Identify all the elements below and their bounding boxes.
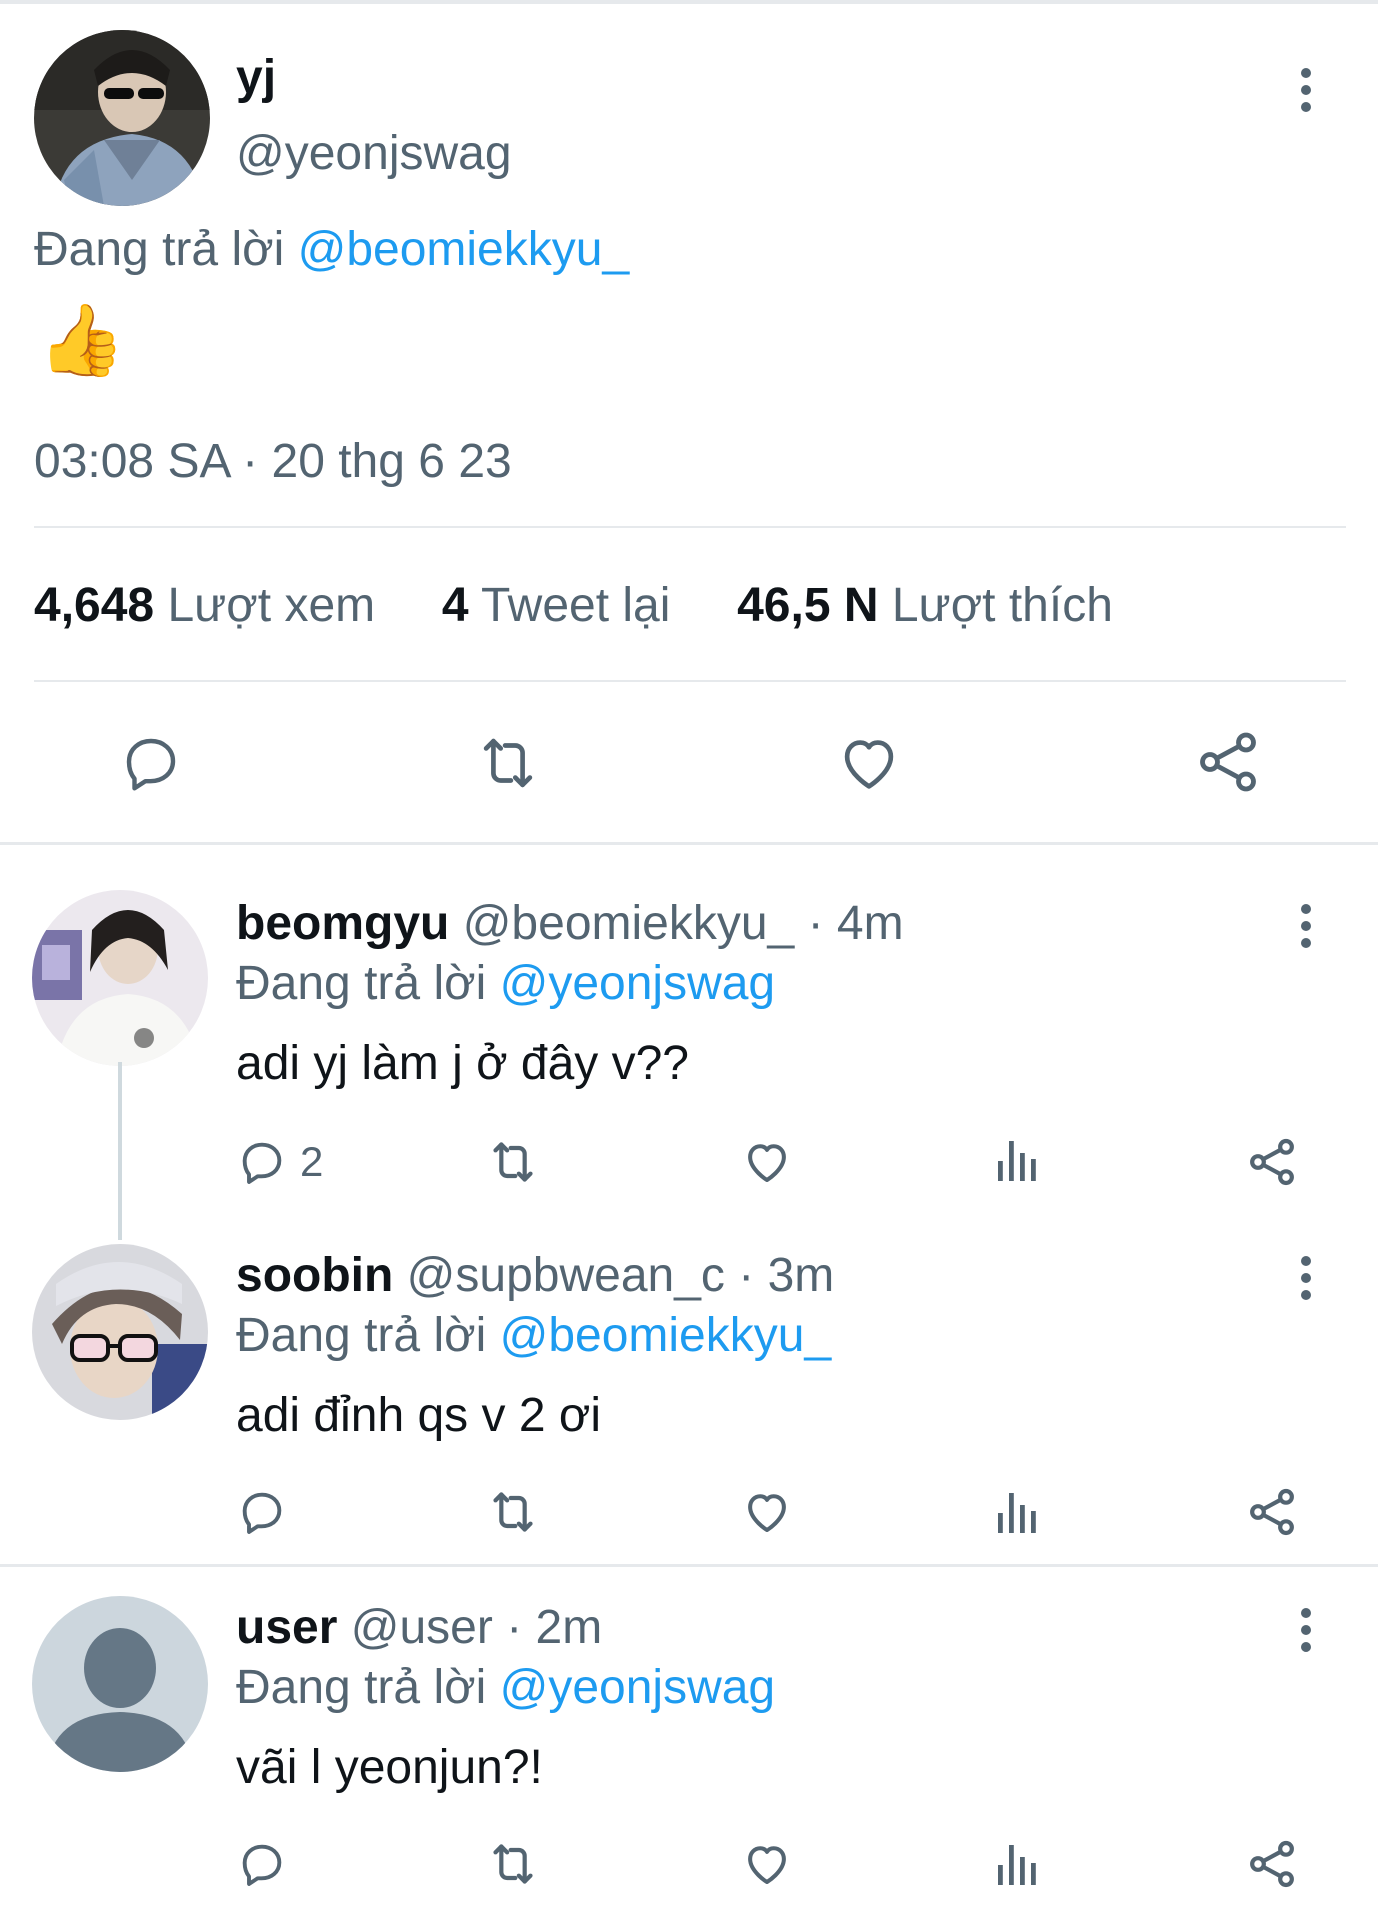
reply-handle[interactable]: @beomiekkyu_ [463,897,795,950]
replying-to-link[interactable]: @beomiekkyu_ [500,1309,832,1362]
retweet-icon[interactable] [484,1484,542,1540]
main-replying-line: Đang trả lời @beomiekkyu_ [34,222,629,277]
reply-replying-line: Đang trả lời @yeonjswag [236,956,775,1011]
reply-header: beomgyu @beomiekkyu_ · 4m [236,896,904,951]
reply-header: soobin @supbwean_c · 3m [236,1248,834,1303]
reply-time[interactable]: · 3m [738,1249,834,1302]
reply-display-name[interactable]: beomgyu [236,897,449,950]
main-handle[interactable]: @yeonjswag [236,126,512,181]
comment-icon[interactable] [236,1136,288,1188]
main-timestamp[interactable]: 03:08 SA · 20 thg 6 23 [34,434,512,489]
share-icon[interactable] [1192,726,1264,798]
section-divider [0,1564,1378,1567]
section-divider [0,842,1378,845]
likes-count[interactable]: 46,5 N [737,579,878,632]
reply-replying-line: Đang trả lời @beomiekkyu_ [236,1308,831,1363]
main-tweet-emoji: 👍 [38,301,126,379]
retweet-icon[interactable] [484,1134,542,1190]
reply-replying-line: Đang trả lời @yeonjswag [236,1660,775,1715]
like-icon[interactable] [740,1836,794,1892]
divider [34,526,1346,528]
views-count[interactable]: 4,648 [34,579,154,632]
share-icon[interactable] [1244,1134,1300,1190]
reply-display-name[interactable]: user [236,1601,337,1654]
share-icon[interactable] [1244,1836,1300,1892]
reply-handle[interactable]: @user [351,1601,493,1654]
more-icon[interactable] [1298,1608,1314,1652]
replying-prefix: Đang trả lời [34,223,285,276]
avatar-user-default[interactable] [32,1596,208,1772]
reply-display-name[interactable]: soobin [236,1249,393,1302]
replying-prefix: Đang trả lời [236,957,487,1010]
views-icon[interactable] [996,1488,1040,1538]
comment-icon[interactable] [236,1486,288,1538]
like-icon[interactable] [740,1134,794,1190]
divider [34,680,1346,682]
avatar-beomgyu[interactable] [32,890,208,1066]
views-label[interactable]: Lượt xem [167,579,375,632]
replying-prefix: Đang trả lời [236,1309,487,1362]
reply-handle[interactable]: @supbwean_c [407,1249,725,1302]
more-icon[interactable] [1298,904,1314,948]
reply-header: user @user · 2m [236,1600,602,1655]
replying-prefix: Đang trả lời [236,1661,487,1714]
retweet-icon[interactable] [484,1836,542,1892]
retweets-count[interactable]: 4 [442,579,469,632]
replying-to-link[interactable]: @yeonjswag [500,1661,776,1714]
more-icon[interactable] [1298,68,1314,112]
likes-label[interactable]: Lượt thích [892,579,1113,632]
avatar-soobin[interactable] [32,1244,208,1420]
top-border [0,0,1378,4]
like-icon[interactable] [834,728,904,798]
reply-text: adi yj làm j ở đây v?? [236,1037,689,1090]
reply-count: 2 [300,1138,324,1185]
replying-to-link[interactable]: @yeonjswag [500,957,776,1010]
more-icon[interactable] [1298,1256,1314,1300]
main-display-name[interactable]: yj [236,50,276,105]
comment-icon[interactable] [236,1838,288,1890]
retweets-label[interactable]: Tweet lại [481,579,670,632]
reply-time[interactable]: · 4m [808,897,904,950]
avatar-yj[interactable] [34,30,210,206]
share-icon[interactable] [1244,1484,1300,1540]
reply-text: adi đỉnh qs v 2 ơi [236,1389,602,1442]
retweet-icon[interactable] [470,728,546,798]
views-icon[interactable] [996,1840,1040,1890]
reply-text: vãi l yeonjun?! [236,1741,543,1794]
thread-line [118,1062,122,1240]
tweet-stats: 4,648 Lượt xem 4 Tweet lại 46,5 N Lượt t… [34,578,1113,633]
like-icon[interactable] [740,1484,794,1540]
replying-to-link[interactable]: @beomiekkyu_ [298,223,630,276]
reply-time[interactable]: · 2m [506,1601,602,1654]
views-icon[interactable] [996,1136,1040,1186]
comment-icon[interactable] [118,730,184,796]
